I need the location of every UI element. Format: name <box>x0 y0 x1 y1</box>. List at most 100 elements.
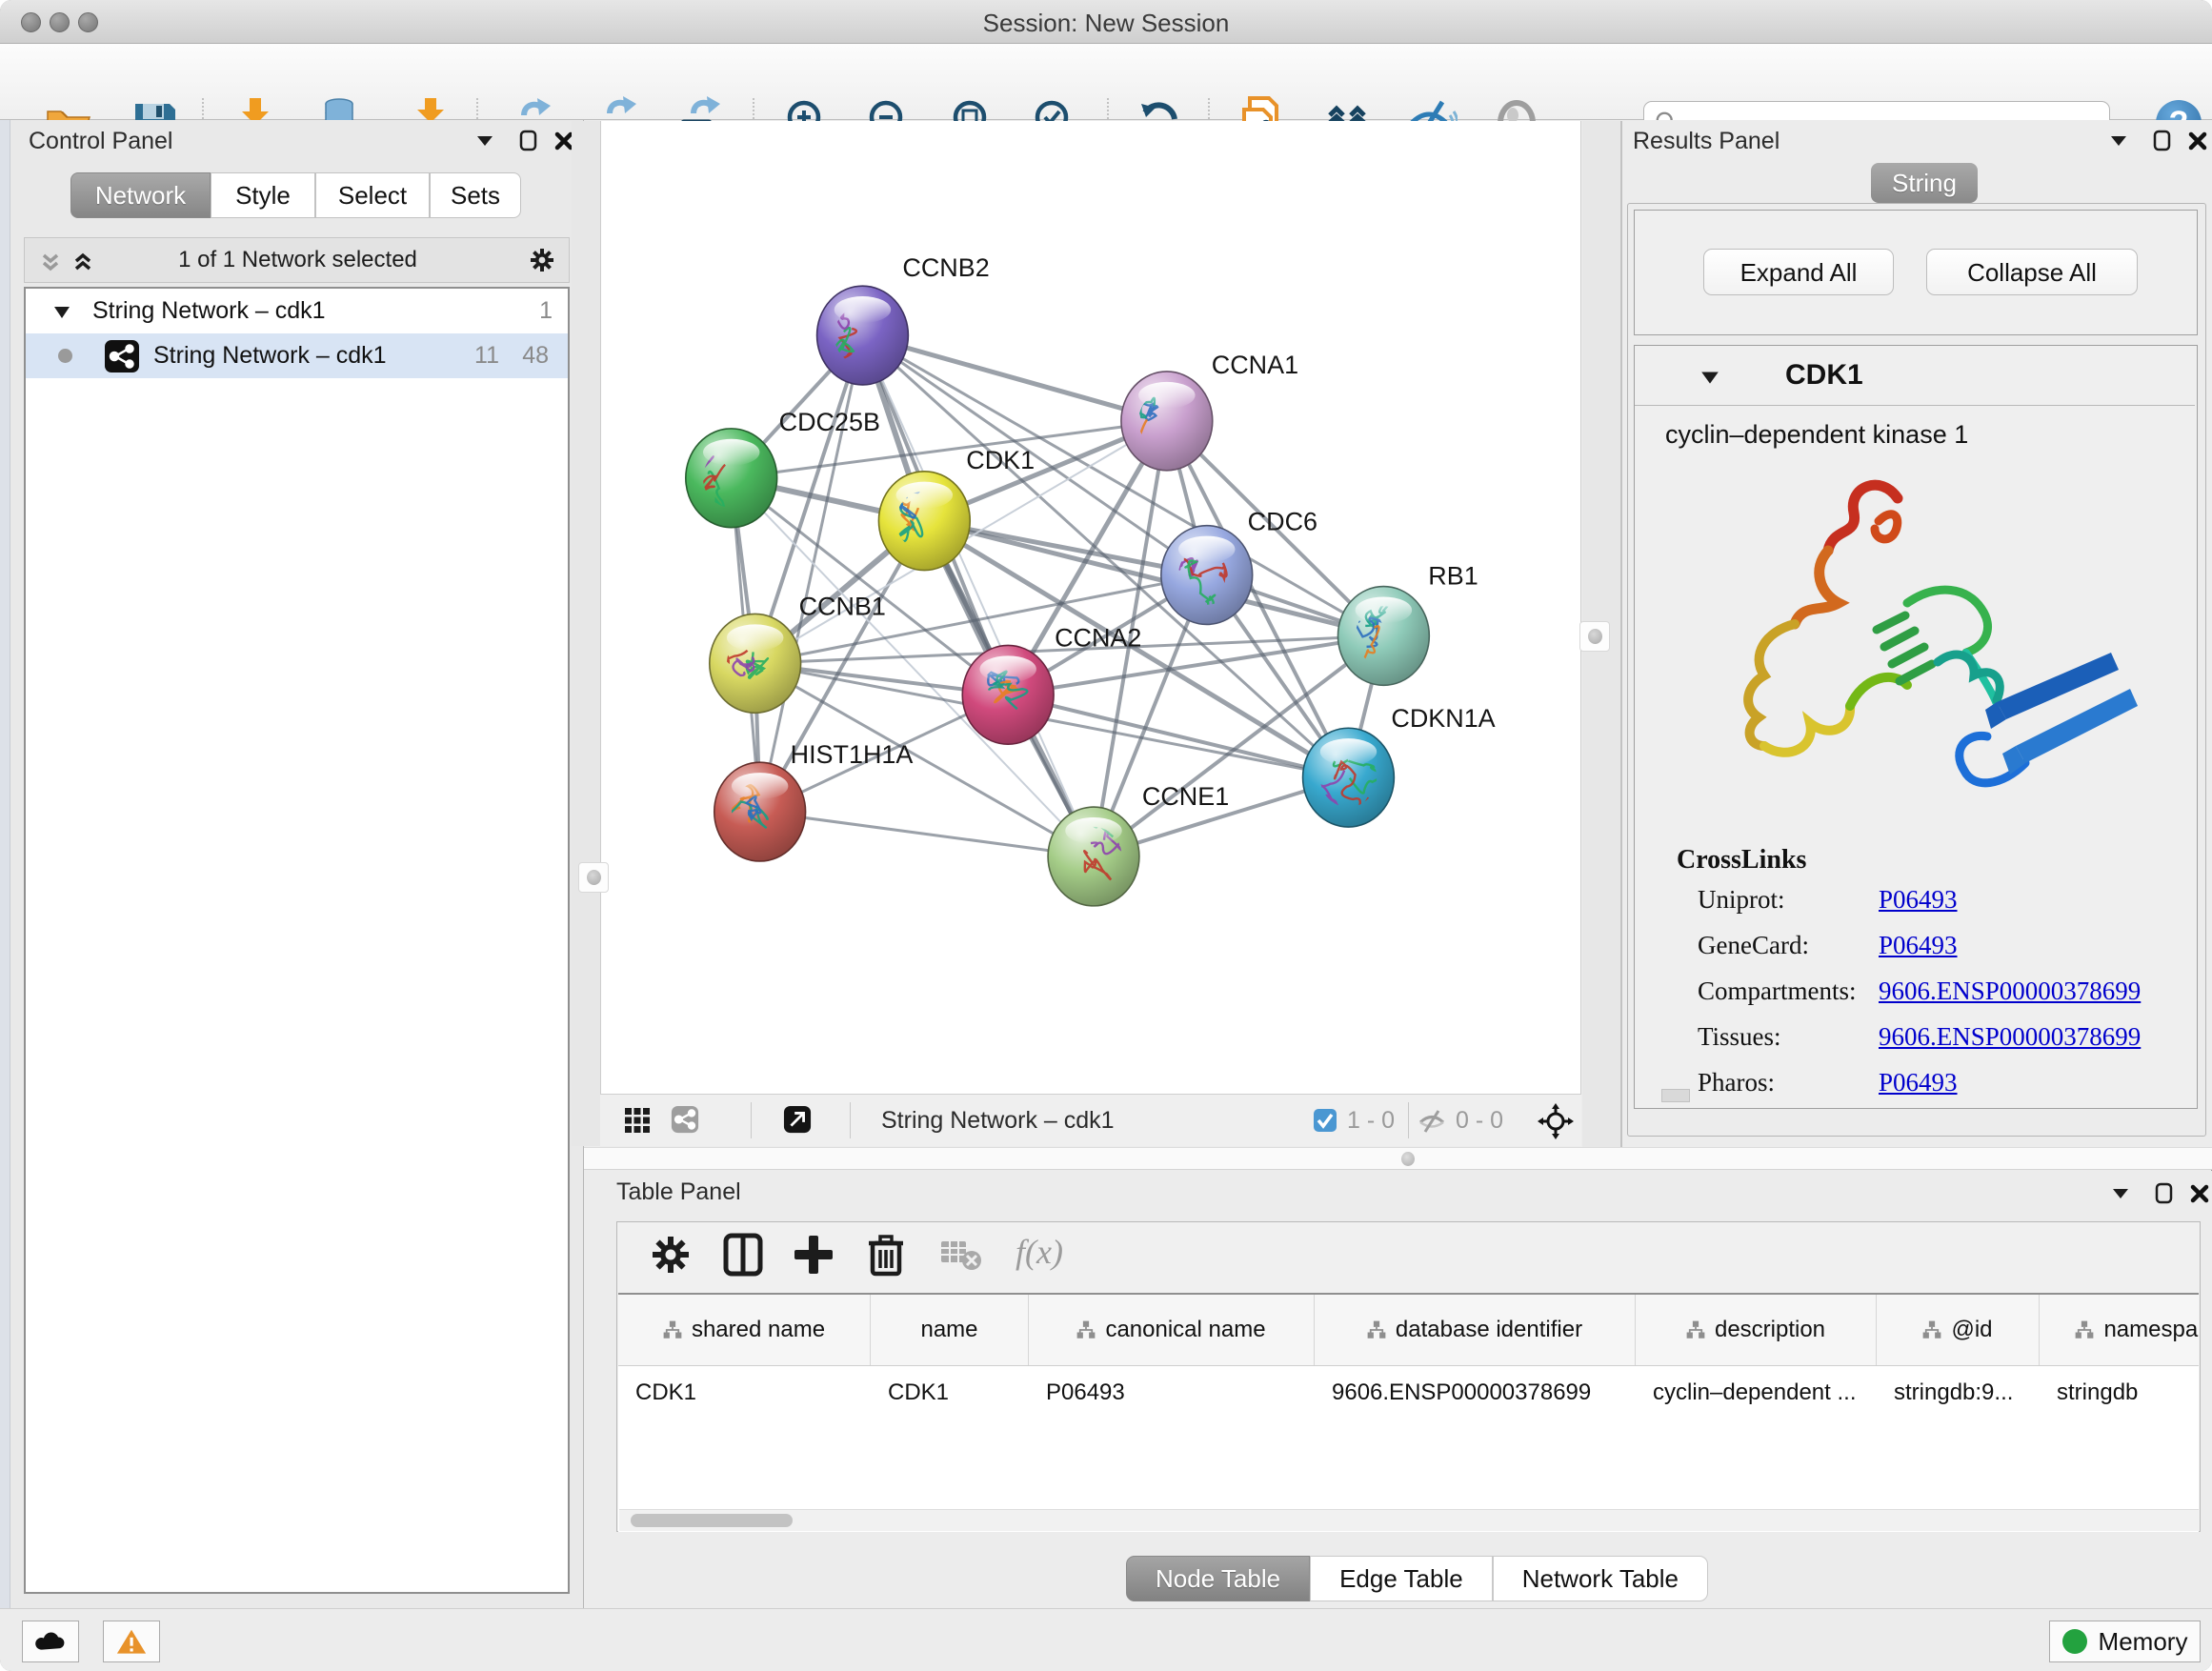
left-splitter[interactable] <box>572 121 600 1146</box>
network-node-CDKN1A[interactable] <box>1303 728 1395 827</box>
column-header-label: database identifier <box>1396 1317 1582 1343</box>
left-splitter-grip[interactable] <box>578 862 609 893</box>
table-column-icon <box>1686 1320 1705 1339</box>
results-panel-collapse-icon[interactable] <box>2104 126 2133 154</box>
table-cell[interactable]: CDK1 <box>618 1366 871 1419</box>
results-panel-float-icon[interactable] <box>2148 126 2177 154</box>
mini-scrollbar[interactable] <box>1661 1089 1690 1102</box>
column-header-canonical-name[interactable]: canonical name <box>1029 1295 1315 1365</box>
right-splitter-grip[interactable] <box>1579 621 1610 652</box>
crosslink-label: Pharos: <box>1698 1068 1879 1097</box>
table-panel-collapse-icon[interactable] <box>2106 1178 2135 1207</box>
collapse-protein-icon[interactable] <box>1699 367 1720 388</box>
crosslink-link[interactable]: P06493 <box>1879 885 1958 915</box>
network-row-selected[interactable]: String Network – cdk1 11 48 <box>26 333 568 378</box>
table-cell[interactable]: CDK1 <box>871 1366 1029 1419</box>
collapse-all-button[interactable]: Collapse All <box>1926 249 2138 295</box>
column-header-database-identifier[interactable]: database identifier <box>1315 1295 1636 1365</box>
network-node-HIST1H1A[interactable] <box>714 762 806 861</box>
node-label-CCNA1: CCNA1 <box>1212 351 1298 379</box>
node-table: shared namenamecanonical name database id… <box>618 1293 2199 1532</box>
table-cell[interactable]: 9606.ENSP00000378699 <box>1315 1366 1636 1419</box>
birdseye-view-icon[interactable] <box>783 1105 812 1134</box>
network-node-count: 11 <box>474 342 499 370</box>
table-options-gear-icon[interactable] <box>648 1232 694 1278</box>
show-columns-icon[interactable] <box>720 1232 766 1278</box>
crosslink-row: Pharos:P06493 <box>1698 1068 2174 1097</box>
network-node-CDC6[interactable] <box>1161 526 1253 625</box>
column-header-namespace[interactable]: namespace <box>2040 1295 2199 1365</box>
delete-column-icon[interactable] <box>863 1232 909 1278</box>
control-panel-float-icon[interactable] <box>514 126 543 154</box>
selected-checkbox-icon[interactable] <box>1313 1108 1337 1133</box>
table-column-icon <box>1076 1320 1096 1339</box>
column-header--id[interactable]: @id <box>1877 1295 2040 1365</box>
tab-network-table[interactable]: Network Table <box>1493 1556 1708 1601</box>
table-cell[interactable]: cyclin–dependent ... <box>1636 1366 1877 1419</box>
tab-string[interactable]: String <box>1871 163 1978 203</box>
tab-node-table[interactable]: Node Table <box>1126 1556 1310 1601</box>
scrollbar-thumb[interactable] <box>631 1514 793 1527</box>
network-collection-label: String Network – cdk1 <box>92 297 326 325</box>
network-selection-status: 1 of 1 Network selected <box>25 247 571 273</box>
tab-edge-table[interactable]: Edge Table <box>1310 1556 1493 1601</box>
node-label-CDKN1A: CDKN1A <box>1391 704 1495 733</box>
crosslink-link[interactable]: P06493 <box>1879 931 1958 960</box>
hidden-eye-icon <box>1418 1107 1446 1136</box>
crosslink-row: Uniprot:P06493 <box>1698 885 2174 915</box>
control-panel-collapse-icon[interactable] <box>471 126 499 154</box>
warning-button[interactable] <box>103 1621 160 1662</box>
tab-sets[interactable]: Sets <box>430 172 521 218</box>
cloud-button[interactable] <box>22 1621 79 1662</box>
horizontal-splitter[interactable] <box>584 1147 2212 1170</box>
results-panel-close-icon[interactable] <box>2183 126 2212 154</box>
crosslink-label: GeneCard: <box>1698 931 1879 960</box>
column-header-description[interactable]: description <box>1636 1295 1877 1365</box>
selected-count: 1 - 0 <box>1347 1107 1395 1135</box>
column-header-label: namespace <box>2103 1317 2199 1343</box>
column-header-shared-name[interactable]: shared name <box>618 1295 871 1365</box>
memory-label: Memory <box>2099 1627 2188 1657</box>
results-panel-title: Results Panel <box>1633 128 1780 155</box>
column-header-label: description <box>1715 1317 1825 1343</box>
fit-selected-crosshair-icon[interactable] <box>1538 1103 1574 1139</box>
node-label-CCNE1: CCNE1 <box>1142 782 1229 811</box>
network-node-CCNE1[interactable] <box>1048 807 1139 906</box>
table-tab-bar: Node TableEdge TableNetwork Table <box>1126 1556 1708 1603</box>
table-panel-close-icon[interactable] <box>2185 1178 2212 1207</box>
grid-view-icon[interactable] <box>623 1106 652 1135</box>
crosslink-link[interactable]: 9606.ENSP00000378699 <box>1879 1022 2141 1052</box>
expand-all-button[interactable]: Expand All <box>1703 249 1894 295</box>
table-panel: Table Panel f(x) shared namenamecanonica… <box>584 1171 2212 1608</box>
memory-status-dot <box>2062 1629 2087 1654</box>
network-options-gear-icon[interactable] <box>528 246 556 274</box>
horizontal-scrollbar[interactable] <box>619 1509 2199 1531</box>
network-node-CCNA2[interactable] <box>962 645 1054 744</box>
tab-select[interactable]: Select <box>315 172 430 218</box>
table-cell[interactable]: stringdb <box>2040 1366 2199 1419</box>
window-title: Session: New Session <box>0 9 2212 38</box>
table-row[interactable]: CDK1CDK1P064939606.ENSP00000378699cyclin… <box>618 1366 2199 1419</box>
protein-name: CDK1 <box>1785 359 1863 392</box>
network-node-CDC25B[interactable] <box>682 429 776 528</box>
memory-button[interactable]: Memory <box>2049 1621 2201 1662</box>
table-cell[interactable]: P06493 <box>1029 1366 1315 1419</box>
crosslink-link[interactable]: 9606.ENSP00000378699 <box>1879 976 2141 1006</box>
network-node-RB1[interactable] <box>1326 587 1429 686</box>
add-column-icon[interactable] <box>791 1232 836 1278</box>
table-panel-float-icon[interactable] <box>2150 1178 2179 1207</box>
tab-network[interactable]: Network <box>70 172 211 218</box>
crosslinks-heading: CrossLinks <box>1677 845 1806 876</box>
network-node-CCNB1[interactable] <box>710 614 801 713</box>
network-edge-CCNB2-CCNE1[interactable] <box>862 335 1094 856</box>
network-edge-HIST1H1A-CCNE1[interactable] <box>760 812 1094 856</box>
crosslink-link[interactable]: P06493 <box>1879 1068 1958 1097</box>
network-node-CCNA1[interactable] <box>1121 372 1213 488</box>
table-cell[interactable]: stringdb:9... <box>1877 1366 2040 1419</box>
column-header-name[interactable]: name <box>871 1295 1029 1365</box>
network-collection-row[interactable]: String Network – cdk1 1 <box>26 289 568 333</box>
tab-style[interactable]: Style <box>211 172 315 218</box>
network-canvas[interactable]: CCNB2CCNA1CDC25BCDK1CDC6RB1CCNB1CCNA2CDK… <box>600 121 1581 1094</box>
network-view-icon[interactable] <box>671 1105 699 1134</box>
protein-section: CDK1 cyclin–dependent kinase 1 <box>1634 345 2198 1109</box>
